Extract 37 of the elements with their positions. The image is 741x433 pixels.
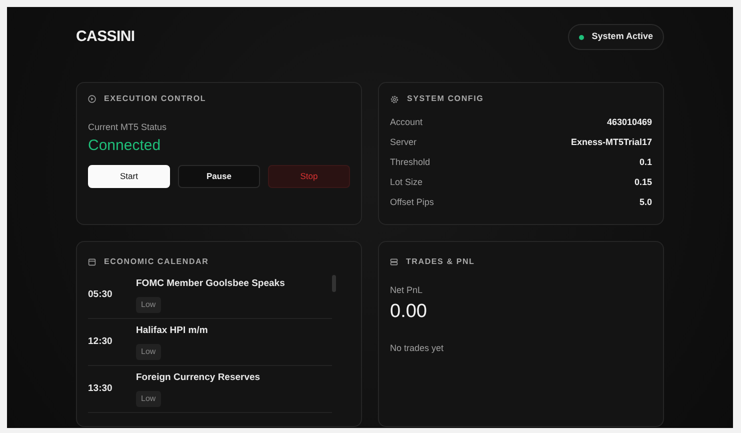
list-icon (390, 258, 398, 266)
empty-message: No trades yet (390, 342, 445, 355)
event-name: Foreign Currency Reserves (136, 371, 260, 386)
pnl-label: Net PnL (390, 284, 424, 297)
event-name: Halifax HPI m/m (136, 324, 208, 338)
impact-tag: Low (136, 344, 161, 360)
config-label: Offset Pips (390, 196, 434, 210)
config-value: 463010469 (606, 116, 652, 130)
status-pill: System Active (568, 24, 664, 50)
event-time: 13:30 (88, 382, 114, 396)
play-icon (88, 95, 96, 103)
event-time: 05:30 (88, 288, 114, 302)
stop-button[interactable]: Stop (268, 165, 350, 188)
card-title: ECONOMIC CALENDAR (104, 256, 209, 268)
pnl-value: 0.00 (390, 300, 428, 324)
event-time: 12:30 (88, 334, 114, 349)
card-title: EXECUTION CONTROL (104, 93, 206, 105)
config-value: 0.1 (639, 156, 652, 170)
event-name: FOMC Member Goolsbee Speaks (136, 277, 285, 292)
gear-icon (390, 94, 399, 104)
config-value: Exness-MT5Trial17 (570, 136, 652, 150)
pause-button[interactable]: Pause (178, 165, 260, 188)
brand-logo: CASSINI (76, 26, 135, 47)
status-value: Connected (88, 136, 162, 156)
config-label: Server (390, 136, 417, 150)
config-label: Account (390, 116, 423, 130)
config-label: Lot Size (390, 176, 423, 190)
start-button[interactable]: Start (88, 165, 170, 188)
card-title: TRADES & PNL (406, 256, 475, 268)
impact-tag: Low (136, 390, 161, 407)
impact-tag: Low (136, 296, 161, 313)
config-value: 0.15 (634, 176, 652, 190)
card-title: SYSTEM CONFIG (407, 93, 484, 105)
calendar-icon (88, 258, 96, 266)
config-label: Threshold (390, 156, 430, 170)
config-value: 5.0 (639, 196, 652, 210)
status-label: Current MT5 Status (88, 121, 168, 134)
